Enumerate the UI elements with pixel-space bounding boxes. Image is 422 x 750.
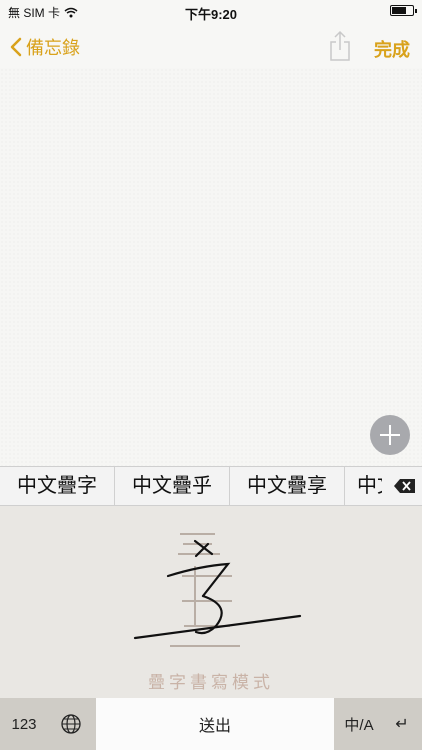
delete-key[interactable] (382, 467, 422, 505)
globe-icon (61, 714, 81, 734)
add-button[interactable] (370, 415, 410, 455)
candidate-item[interactable]: 中文疊乎 (115, 467, 230, 505)
status-time: 下午9:20 (184, 7, 238, 22)
send-key[interactable]: 送出 (96, 698, 334, 750)
candidate-bar: 中文疊字 中文疊乎 中文疊享 中文 (0, 466, 422, 506)
nav-bar: 備忘錄 完成 (0, 24, 422, 68)
chevron-left-icon (10, 37, 22, 57)
candidate-item[interactable]: 中文疊字 (0, 467, 115, 505)
share-icon[interactable] (328, 30, 352, 62)
candidate-item[interactable]: 中文 (345, 467, 382, 505)
note-text-area[interactable] (0, 68, 422, 466)
battery-icon (390, 5, 417, 16)
language-toggle-key[interactable]: 中/A (336, 698, 382, 750)
globe-key[interactable] (48, 698, 94, 750)
back-label: 備忘錄 (26, 38, 80, 58)
status-bar: 無 SIM 卡 下午9:20 (0, 0, 422, 22)
numbers-key[interactable]: 123 (0, 698, 48, 750)
delete-icon (394, 479, 415, 493)
done-button[interactable]: 完成 (374, 36, 410, 62)
candidate-item[interactable]: 中文疊享 (230, 467, 345, 505)
handwriting-pad[interactable]: 疊字書寫模式 (0, 506, 422, 698)
handwriting-mode-label: 疊字書寫模式 (148, 673, 274, 693)
keyboard-bottom-row: 123 送出 中/A ↵ (0, 698, 422, 750)
back-button[interactable]: 備忘錄 (10, 34, 80, 60)
return-key[interactable]: ↵ (382, 698, 422, 750)
